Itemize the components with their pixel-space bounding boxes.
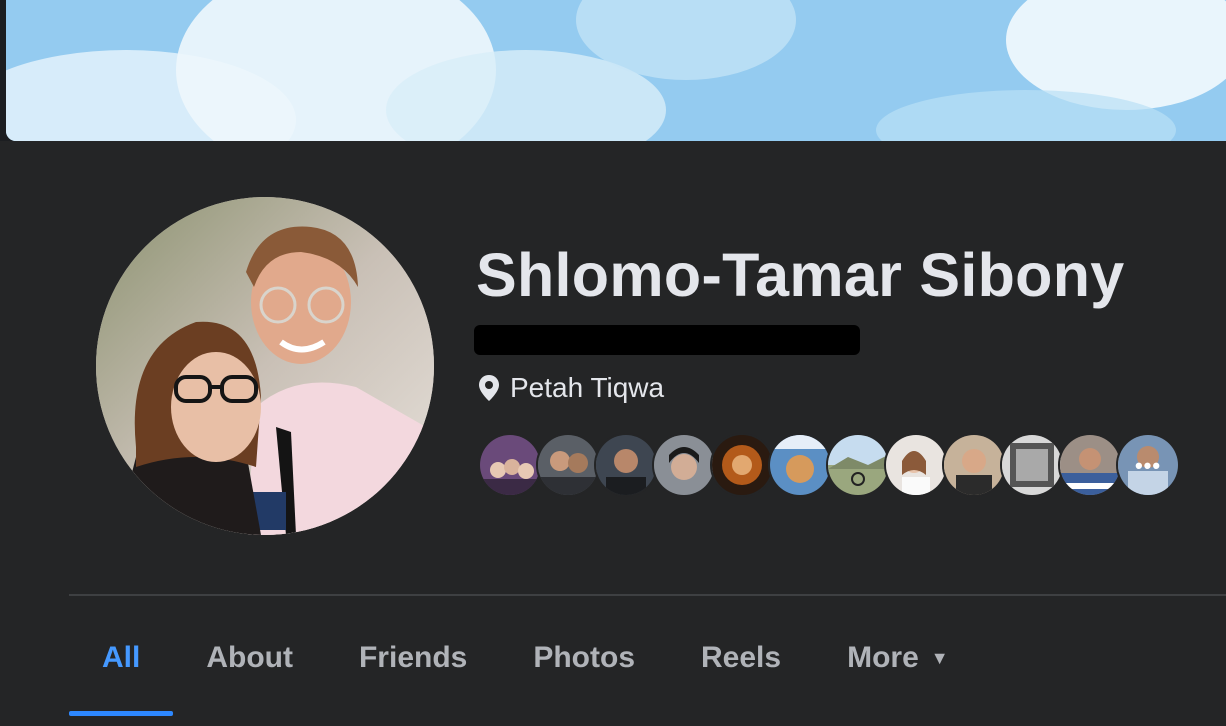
caret-down-icon: ▼ (930, 647, 949, 668)
tab-label: More (847, 641, 919, 674)
tab-photos[interactable]: Photos (500, 616, 668, 700)
friend-avatar[interactable] (768, 433, 832, 497)
divider (69, 594, 1226, 596)
cover-photo[interactable] (6, 0, 1226, 141)
friend-avatar[interactable] (594, 433, 658, 497)
tab-label: Reels (701, 641, 782, 674)
tab-more[interactable]: More ▼ (814, 616, 982, 700)
friend-avatar-more[interactable]: ••• (1116, 433, 1180, 497)
friend-avatar[interactable] (478, 433, 542, 497)
tab-label: All (102, 641, 141, 674)
tab-label: About (206, 641, 293, 674)
friend-avatar[interactable] (1058, 433, 1122, 497)
friend-avatar[interactable] (710, 433, 774, 497)
profile-tabs: All About Friends Photos Reels More ▼ (69, 616, 982, 716)
tab-friends[interactable]: Friends (326, 616, 500, 700)
map-pin-icon (479, 375, 499, 401)
friend-avatar[interactable] (536, 433, 600, 497)
redaction-bar (474, 325, 860, 355)
friends-preview: ••• (478, 433, 1180, 497)
location-row: Petah Tiqwa (478, 372, 664, 404)
friend-avatar[interactable] (884, 433, 948, 497)
friend-avatar[interactable] (1000, 433, 1064, 497)
tab-reels[interactable]: Reels (668, 616, 814, 700)
friend-avatar[interactable] (942, 433, 1006, 497)
profile-picture[interactable] (96, 197, 434, 535)
tab-label: Friends (358, 641, 468, 674)
friend-avatar[interactable] (652, 433, 716, 497)
tab-about[interactable]: About (173, 616, 326, 700)
more-friends-indicator: ••• (1134, 453, 1162, 478)
profile-name: Shlomo-Tamar Sibony (476, 241, 1125, 309)
tab-all[interactable]: All (69, 616, 174, 716)
tab-label: Photos (533, 641, 636, 674)
location-text: Petah Tiqwa (510, 372, 665, 403)
friend-avatar[interactable] (826, 433, 890, 497)
